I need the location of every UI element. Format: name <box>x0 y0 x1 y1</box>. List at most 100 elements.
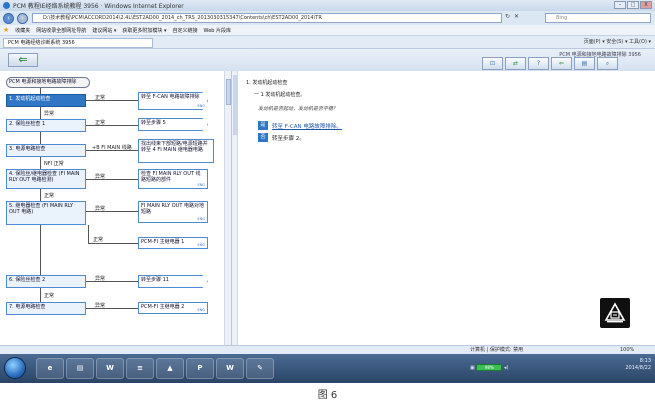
tool-icon[interactable]: ⇐ <box>551 57 572 70</box>
favorites-item[interactable]: 建议网站 ▾ <box>92 27 116 34</box>
info-pane: 1. 发动机起动检查 一 1 发动机起动检查。 发动机是否起动，发动机是否平稳?… <box>232 71 655 345</box>
choice-no-text[interactable]: 转至步骤 2。 <box>272 134 305 142</box>
flow-connector <box>40 132 41 144</box>
clock[interactable]: 8:13 2014/8/22 <box>625 358 651 372</box>
pcm-toolbar: ⇐ PCM 电源和接地电路故障排除 3956 ⊡ ⇄ ? ⇐ ▤ ⌕ <box>0 49 655 71</box>
scrollbar-thumb[interactable] <box>226 79 231 105</box>
flow-connector <box>40 157 41 169</box>
favorites-item[interactable]: 获取更多附加模块 ▾ <box>122 27 166 34</box>
flow-connector <box>40 189 41 201</box>
eng-badge: ENG <box>197 243 205 247</box>
flow-result[interactable]: 转至步骤 11 <box>138 275 208 288</box>
favorites-item[interactable]: 网站收录全部网址导航 <box>36 27 86 34</box>
flow-result[interactable]: FI MAIN RLY OUT 电路对地短路 ENG <box>138 201 208 223</box>
favorites-item[interactable]: Web 片段库 <box>204 27 232 34</box>
flow-connector <box>88 243 138 244</box>
flow-step-4[interactable]: 4. 保险丝/继电器检查 (FI MAIN RLY OUT 电路检测) <box>6 169 86 189</box>
close-button[interactable]: X <box>640 1 652 9</box>
flow-result[interactable]: 找出线束下部短路/电源短路并转至 4 FI MAIN 继电器电路 <box>138 139 214 163</box>
flow-step-7[interactable]: 7. 电源电路检查 <box>6 302 86 315</box>
info-scrollbar[interactable] <box>232 71 238 345</box>
flow-label: NFI 正常 <box>44 161 64 167</box>
choice-yes-link[interactable]: 转至 F-CAN 电路故障排除。 <box>272 122 342 130</box>
flowchart-pane: PCM 电源和接地电路故障排除 1. 发动机起动检查 正常 转至 F-CAN 电… <box>0 71 232 345</box>
flow-result[interactable]: 转至 F-CAN 电路故障排除 ENG <box>138 92 208 110</box>
taskbar-paint-button[interactable]: ✎ <box>246 358 274 379</box>
taskbar-explorer-button[interactable]: ▤ <box>66 358 94 379</box>
tool-icon[interactable]: ? <box>528 57 549 70</box>
flow-label: 异常 <box>95 206 106 212</box>
favorites-bar: ★ 收藏夹 网站收录全部网址导航 建议网站 ▾ 获取更多附加模块 ▾ 自定义链接… <box>0 25 655 36</box>
zoom-level[interactable]: 100% <box>620 346 634 354</box>
flow-result-text: 转至 F-CAN 电路故障排除 <box>141 94 200 100</box>
network-icon[interactable]: ▣ <box>470 365 475 371</box>
tool-icon[interactable]: ⊡ <box>482 57 503 70</box>
flow-label: 异常 <box>95 174 106 180</box>
flow-label: 正常 <box>95 120 106 126</box>
eng-badge: ENG <box>197 183 205 187</box>
flow-step-2[interactable]: 2. 保险丝检查 1 <box>6 119 86 132</box>
battery-indicator[interactable]: 98% <box>476 364 503 371</box>
search-input[interactable]: Bing <box>545 13 651 23</box>
flow-result[interactable]: PCM-FI 主继电器 2 ENG <box>138 302 208 314</box>
flow-start[interactable]: PCM 电源和接地电路故障排除 <box>6 77 90 88</box>
refresh-icon[interactable]: ↻ <box>505 13 510 20</box>
forward-button[interactable]: › <box>17 12 28 24</box>
info-question: 发动机是否起动，发动机是否平稳? <box>258 106 336 112</box>
taskbar-app-button[interactable]: W <box>96 358 124 379</box>
maximize-button[interactable]: □ <box>627 1 639 9</box>
clock-date: 2014/8/22 <box>625 365 651 371</box>
flow-connector <box>86 281 138 282</box>
choice-no[interactable]: 否 转至步骤 2。 <box>258 133 305 142</box>
flow-label: 正常 <box>44 193 55 199</box>
choice-yes[interactable]: 是 转至 F-CAN 电路故障排除。 <box>258 121 342 130</box>
flow-step-1[interactable]: 1. 发动机起动检查 <box>6 94 86 107</box>
flow-result-text: 检查 FI MAIN RLY OUT 线路短路的部件 <box>141 171 201 183</box>
favorites-item[interactable]: 自定义链接 <box>173 27 198 34</box>
minimize-button[interactable]: – <box>614 1 626 9</box>
taskbar-app-button[interactable]: ≡ <box>126 358 154 379</box>
command-bar[interactable]: 页面(P) ▾ 安全(S) ▾ 工具(O) ▾ <box>584 38 651 45</box>
flow-label: 正常 <box>44 293 55 299</box>
window-controls: – □ X <box>614 1 652 9</box>
info-heading: 1. 发动机起动检查 <box>246 80 288 86</box>
scrollbar-thumb[interactable] <box>233 75 237 135</box>
favorites-label[interactable]: 收藏夹 <box>15 27 30 34</box>
tool-icon[interactable]: ▤ <box>574 57 595 70</box>
tab-pcm[interactable]: PCM 电路经络诊断系统 3956 <box>3 38 153 48</box>
volume-icon[interactable]: ◂) <box>504 365 508 371</box>
flow-connector <box>86 179 138 180</box>
eng-badge: ENG <box>197 104 205 108</box>
tool-icon[interactable]: ⇄ <box>505 57 526 70</box>
flow-result[interactable]: PCM-FI 主继电器 1 ENG <box>138 237 208 249</box>
flowchart-scrollbar[interactable] <box>224 71 231 345</box>
flow-step-3[interactable]: 3. 电源电路检查 <box>6 144 86 157</box>
tab-bar: PCM 电路经络诊断系统 3956 页面(P) ▾ 安全(S) ▾ 工具(O) … <box>0 36 655 49</box>
flow-label: 异常 <box>95 303 106 309</box>
flow-result-text: PCM-FI 主继电器 2 <box>141 304 185 310</box>
back-button[interactable]: ‹ <box>3 12 14 24</box>
taskbar: e ▤ W ≡ ▲ P W ✎ ▣ 98% ◂) 8:13 2014/8/22 <box>0 354 655 383</box>
screenshot: PCM 教程IE经络系统教程 3956 · Windows Internet E… <box>0 0 655 383</box>
taskbar-ie-button[interactable]: e <box>36 358 64 379</box>
taskbar-word-button[interactable]: W <box>216 358 244 379</box>
flow-result[interactable]: 转至步骤 5 <box>138 118 208 131</box>
address-bar: ‹ › D:\技术教程\PCM\ACCORD2014\2.4L\EST2AD00… <box>0 11 655 25</box>
status-zone: 计算机 | 保护模式: 禁用 <box>470 347 524 353</box>
stop-icon[interactable]: ✕ <box>514 13 519 20</box>
flow-step-5[interactable]: 5. 继电器检查 (FI MAIN RLY OUT 电路) <box>6 201 86 225</box>
warning-logo-icon <box>600 298 630 328</box>
favorites-star-icon[interactable]: ★ <box>3 26 9 34</box>
flow-result-text: FI MAIN RLY OUT 电路对地短路 <box>141 203 204 215</box>
info-subheading: 一 1 发动机起动检查。 <box>254 92 306 98</box>
flow-connector <box>40 288 41 302</box>
taskbar-ppt-button[interactable]: P <box>186 358 214 379</box>
pcm-back-button[interactable]: ⇐ <box>8 53 38 67</box>
flow-connector <box>86 100 138 101</box>
flow-result[interactable]: 检查 FI MAIN RLY OUT 线路短路的部件 ENG <box>138 169 208 189</box>
start-button[interactable] <box>4 357 26 379</box>
flow-step-6[interactable]: 6. 保险丝检查 2 <box>6 275 86 288</box>
taskbar-pdf-button[interactable]: ▲ <box>156 358 184 379</box>
tool-icon[interactable]: ⌕ <box>597 57 618 70</box>
address-input[interactable]: D:\技术教程\PCM\ACCORD2014\2.4L\EST2AD00_201… <box>32 13 502 23</box>
